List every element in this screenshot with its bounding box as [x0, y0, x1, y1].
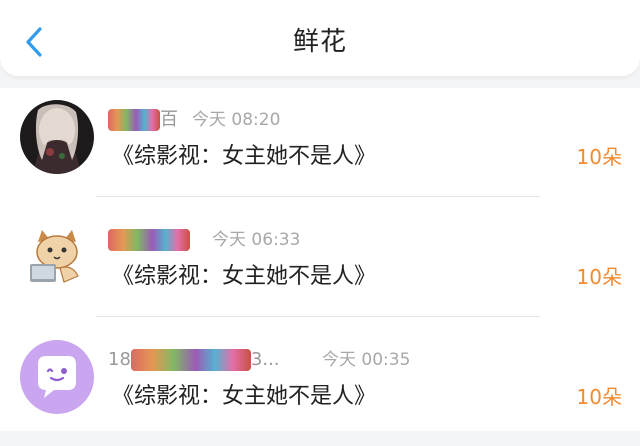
redacted-name [108, 109, 160, 131]
user-name [108, 226, 190, 254]
list-item[interactable]: 百 今天 08:20 《综影视：女主她不是人》 10朵 [0, 88, 640, 206]
book-title: 《综影视：女主她不是人》 [112, 264, 377, 289]
timestamp: 今天 00:35 [322, 350, 411, 370]
user-name: 百 [108, 106, 178, 134]
divider [96, 316, 540, 317]
flower-count: 10朵 [576, 385, 622, 409]
avatar[interactable] [20, 220, 94, 294]
list-item[interactable]: 今天 06:33 《综影视：女主她不是人》 10朵 [0, 208, 640, 326]
list-item[interactable]: 18 3... 今天 00:35 《综影视：女主她不是人》 10朵 [0, 328, 640, 446]
page-title: 鲜花 [292, 27, 347, 57]
redacted-name [130, 349, 251, 371]
book-title: 《综影视：女主她不是人》 [112, 384, 377, 409]
flower-record-list: 百 今天 08:20 《综影视：女主她不是人》 10朵 今天 06:33 《综影… [0, 88, 640, 431]
flower-count: 10朵 [576, 145, 622, 169]
avatar[interactable] [20, 340, 94, 414]
flower-count: 10朵 [576, 265, 622, 289]
top-bar: 鲜花 [0, 0, 640, 76]
avatar[interactable] [20, 100, 94, 174]
divider [96, 196, 540, 197]
user-name: 18 3... [108, 349, 280, 371]
book-title: 《综影视：女主她不是人》 [112, 144, 377, 169]
timestamp: 今天 06:33 [212, 230, 301, 250]
redacted-name [108, 229, 190, 251]
timestamp: 今天 08:20 [192, 110, 281, 130]
